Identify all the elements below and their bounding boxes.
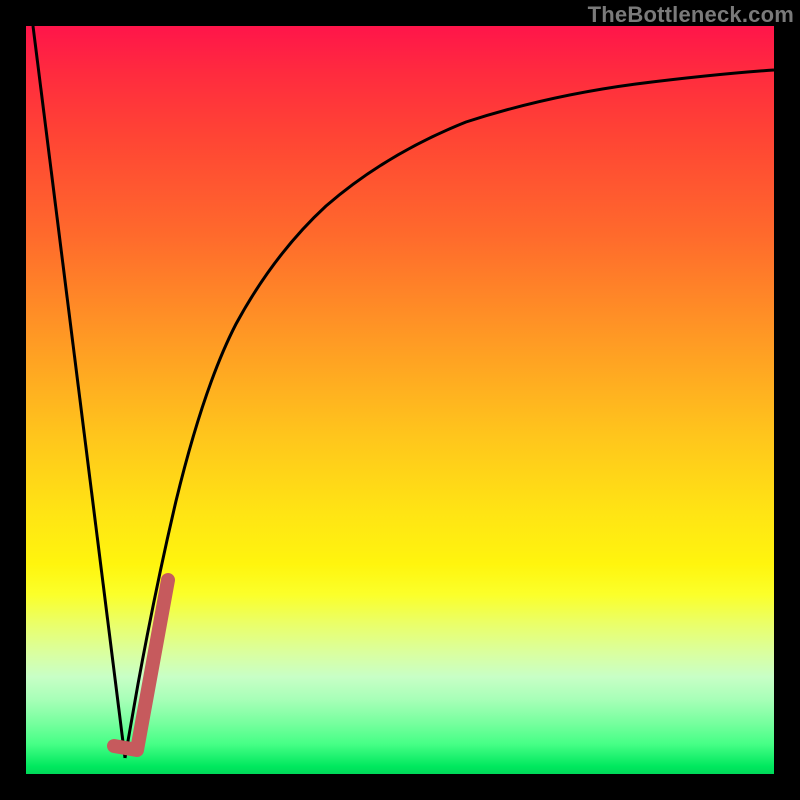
plot-area <box>26 26 774 774</box>
outer-frame: TheBottleneck.com <box>0 0 800 800</box>
series-rising-curve <box>125 70 774 758</box>
curves-svg <box>26 26 774 774</box>
series-left-line <box>33 26 125 758</box>
watermark-text: TheBottleneck.com <box>588 2 794 28</box>
